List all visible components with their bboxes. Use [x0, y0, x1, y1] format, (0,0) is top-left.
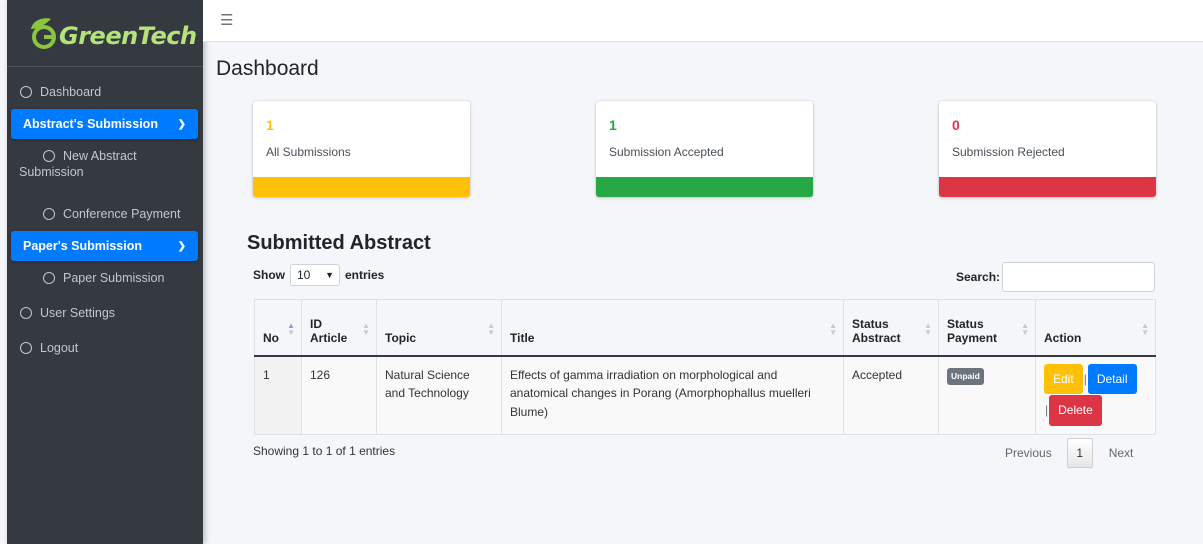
cell-topic: Natural Science and Technology: [376, 355, 502, 435]
column-header-title[interactable]: Title ▲ ▼: [501, 299, 844, 357]
header-label: No: [263, 330, 279, 345]
chevron-down-icon: ❯: [177, 118, 186, 130]
edit-button[interactable]: Edit: [1044, 363, 1083, 395]
page-title: Dashboard: [216, 57, 319, 80]
payment-status-badge: Unpaid: [947, 367, 984, 385]
entries-per-page-value: 10: [297, 268, 311, 282]
stat-card-submission-accepted: 1 Submission Accepted: [596, 101, 813, 197]
header-label: Abstract: [852, 330, 901, 345]
table-search: Search:: [956, 262, 1156, 292]
column-header-status-abstract[interactable]: Status Abstract ▲ ▼: [843, 299, 939, 357]
page-1-button[interactable]: 1: [1066, 438, 1093, 468]
stat-label: Submission Rejected: [952, 145, 1065, 159]
table-row: 1 126 Natural Science and Technology Eff…: [254, 355, 1156, 435]
stat-value: 1: [266, 117, 274, 133]
stat-color-bar: [253, 177, 470, 197]
sidebar-group-papers-submission[interactable]: Paper's Submission ❯: [11, 231, 198, 261]
sidebar-item-label: New Abstract: [63, 149, 137, 163]
previous-page-button[interactable]: Previous: [1005, 446, 1052, 460]
sidebar-item-label: Abstract's Submission: [23, 117, 158, 131]
pagination: Previous 1 Next: [1005, 438, 1133, 468]
separator: |: [1045, 403, 1049, 418]
stat-color-bar: [596, 177, 813, 197]
submitted-abstract-table: No ▲ ▼ ID Article ▲ ▼ Topic ▲ ▼ Title ▲ ▼: [254, 299, 1156, 435]
sort-icon: ▲ ▼: [362, 321, 370, 337]
column-header-topic[interactable]: Topic ▲ ▼: [376, 299, 502, 357]
delete-button[interactable]: Delete: [1049, 395, 1102, 426]
length-menu-entries-label: entries: [345, 268, 385, 282]
column-header-id-article[interactable]: ID Article ▲ ▼: [301, 299, 377, 357]
separator: |: [1083, 371, 1087, 386]
cell-status-payment: Unpaid: [938, 355, 1036, 435]
menu-toggle-icon[interactable]: ☰: [220, 11, 233, 29]
circle-icon: [20, 86, 32, 98]
search-input[interactable]: [1002, 262, 1156, 292]
sort-icon: ▲ ▼: [924, 321, 932, 337]
sort-icon: ▲ ▼: [1021, 321, 1029, 337]
brand-name: GreenTech: [59, 22, 197, 50]
chevron-down-icon: ❯: [177, 240, 186, 252]
chevron-down-icon: ▼: [325, 270, 334, 280]
detail-button[interactable]: Detail: [1087, 363, 1137, 395]
sidebar-item-conference-payment[interactable]: Conference Payment: [7, 197, 203, 231]
sidebar-item-logout[interactable]: Logout: [7, 330, 203, 365]
section-title: Submitted Abstract: [247, 232, 431, 254]
table-header-row: No ▲ ▼ ID Article ▲ ▼ Topic ▲ ▼ Title ▲ ▼: [254, 299, 1156, 357]
length-menu-show-label: Show: [253, 268, 285, 282]
circle-icon: [43, 272, 55, 284]
sidebar-item-label: Logout: [40, 340, 79, 355]
header-label: Article: [310, 330, 348, 345]
sidebar-group-abstracts-submission[interactable]: Abstract's Submission ❯: [11, 109, 198, 139]
sidebar-item-label: Paper Submission: [63, 271, 165, 285]
brand-logo[interactable]: GreenTech: [7, 0, 203, 67]
column-header-no[interactable]: No ▲ ▼: [254, 299, 302, 357]
cell-action: Edit | Detail | Delete: [1035, 355, 1156, 435]
sidebar-item-label: Paper's Submission: [23, 239, 142, 253]
cell-title: Effects of gamma irradiation on morpholo…: [501, 355, 844, 435]
circle-icon: [43, 150, 55, 162]
sidebar-item-label: Submission: [19, 165, 84, 179]
header-label: Action: [1044, 330, 1082, 345]
header-label: Status: [852, 316, 889, 331]
stat-value: 0: [952, 117, 960, 133]
sidebar: GreenTech Dashboard Abstract's Submissio…: [7, 0, 203, 544]
sidebar-item-label: Conference Payment: [63, 207, 181, 221]
circle-icon: [20, 306, 32, 319]
sidebar-item-user-settings[interactable]: User Settings: [7, 295, 203, 330]
sidebar-item-dashboard[interactable]: Dashboard: [7, 75, 203, 109]
header-label: ID: [310, 316, 322, 331]
sidebar-item-label: Dashboard: [40, 85, 102, 99]
stat-card-all-submissions: 1 All Submissions: [253, 101, 470, 197]
stat-color-bar: [939, 177, 1156, 197]
next-page-button[interactable]: Next: [1109, 446, 1134, 460]
top-navbar: ☰: [203, 0, 1203, 42]
sort-icon: ▲ ▼: [829, 321, 837, 337]
table-info: Showing 1 to 1 of 1 entries: [253, 444, 396, 458]
header-label: Topic: [385, 330, 417, 345]
circle-icon: [20, 341, 32, 354]
search-label: Search:: [956, 270, 1001, 284]
sidebar-item-new-abstract-submission[interactable]: New Abstract Submission: [7, 139, 203, 197]
cell-status-abstract: Accepted: [843, 355, 939, 435]
header-label: Payment: [947, 330, 998, 345]
circle-icon: [43, 208, 55, 220]
stat-label: All Submissions: [266, 145, 351, 159]
cell-no: 1: [254, 355, 302, 435]
stat-card-submission-rejected: 0 Submission Rejected: [939, 101, 1156, 197]
sidebar-item-label: User Settings: [40, 305, 116, 320]
sidebar-item-paper-submission[interactable]: Paper Submission: [7, 261, 203, 295]
column-header-action[interactable]: Action ▲ ▼: [1035, 299, 1156, 357]
sort-icon: ▲ ▼: [287, 321, 295, 337]
stat-value: 1: [609, 117, 617, 133]
cell-id-article: 126: [301, 355, 377, 435]
entries-per-page-select[interactable]: 10 ▼: [290, 264, 340, 286]
stat-label: Submission Accepted: [609, 145, 724, 159]
column-header-status-payment[interactable]: Status Payment ▲ ▼: [938, 299, 1036, 357]
header-label: Title: [510, 330, 535, 345]
length-menu: Show 10 ▼ entries: [253, 264, 384, 286]
header-label: Status: [947, 316, 984, 331]
leaf-logo-icon: [31, 18, 56, 49]
sort-icon: ▲ ▼: [487, 321, 495, 337]
sort-icon: ▲ ▼: [1141, 321, 1149, 337]
